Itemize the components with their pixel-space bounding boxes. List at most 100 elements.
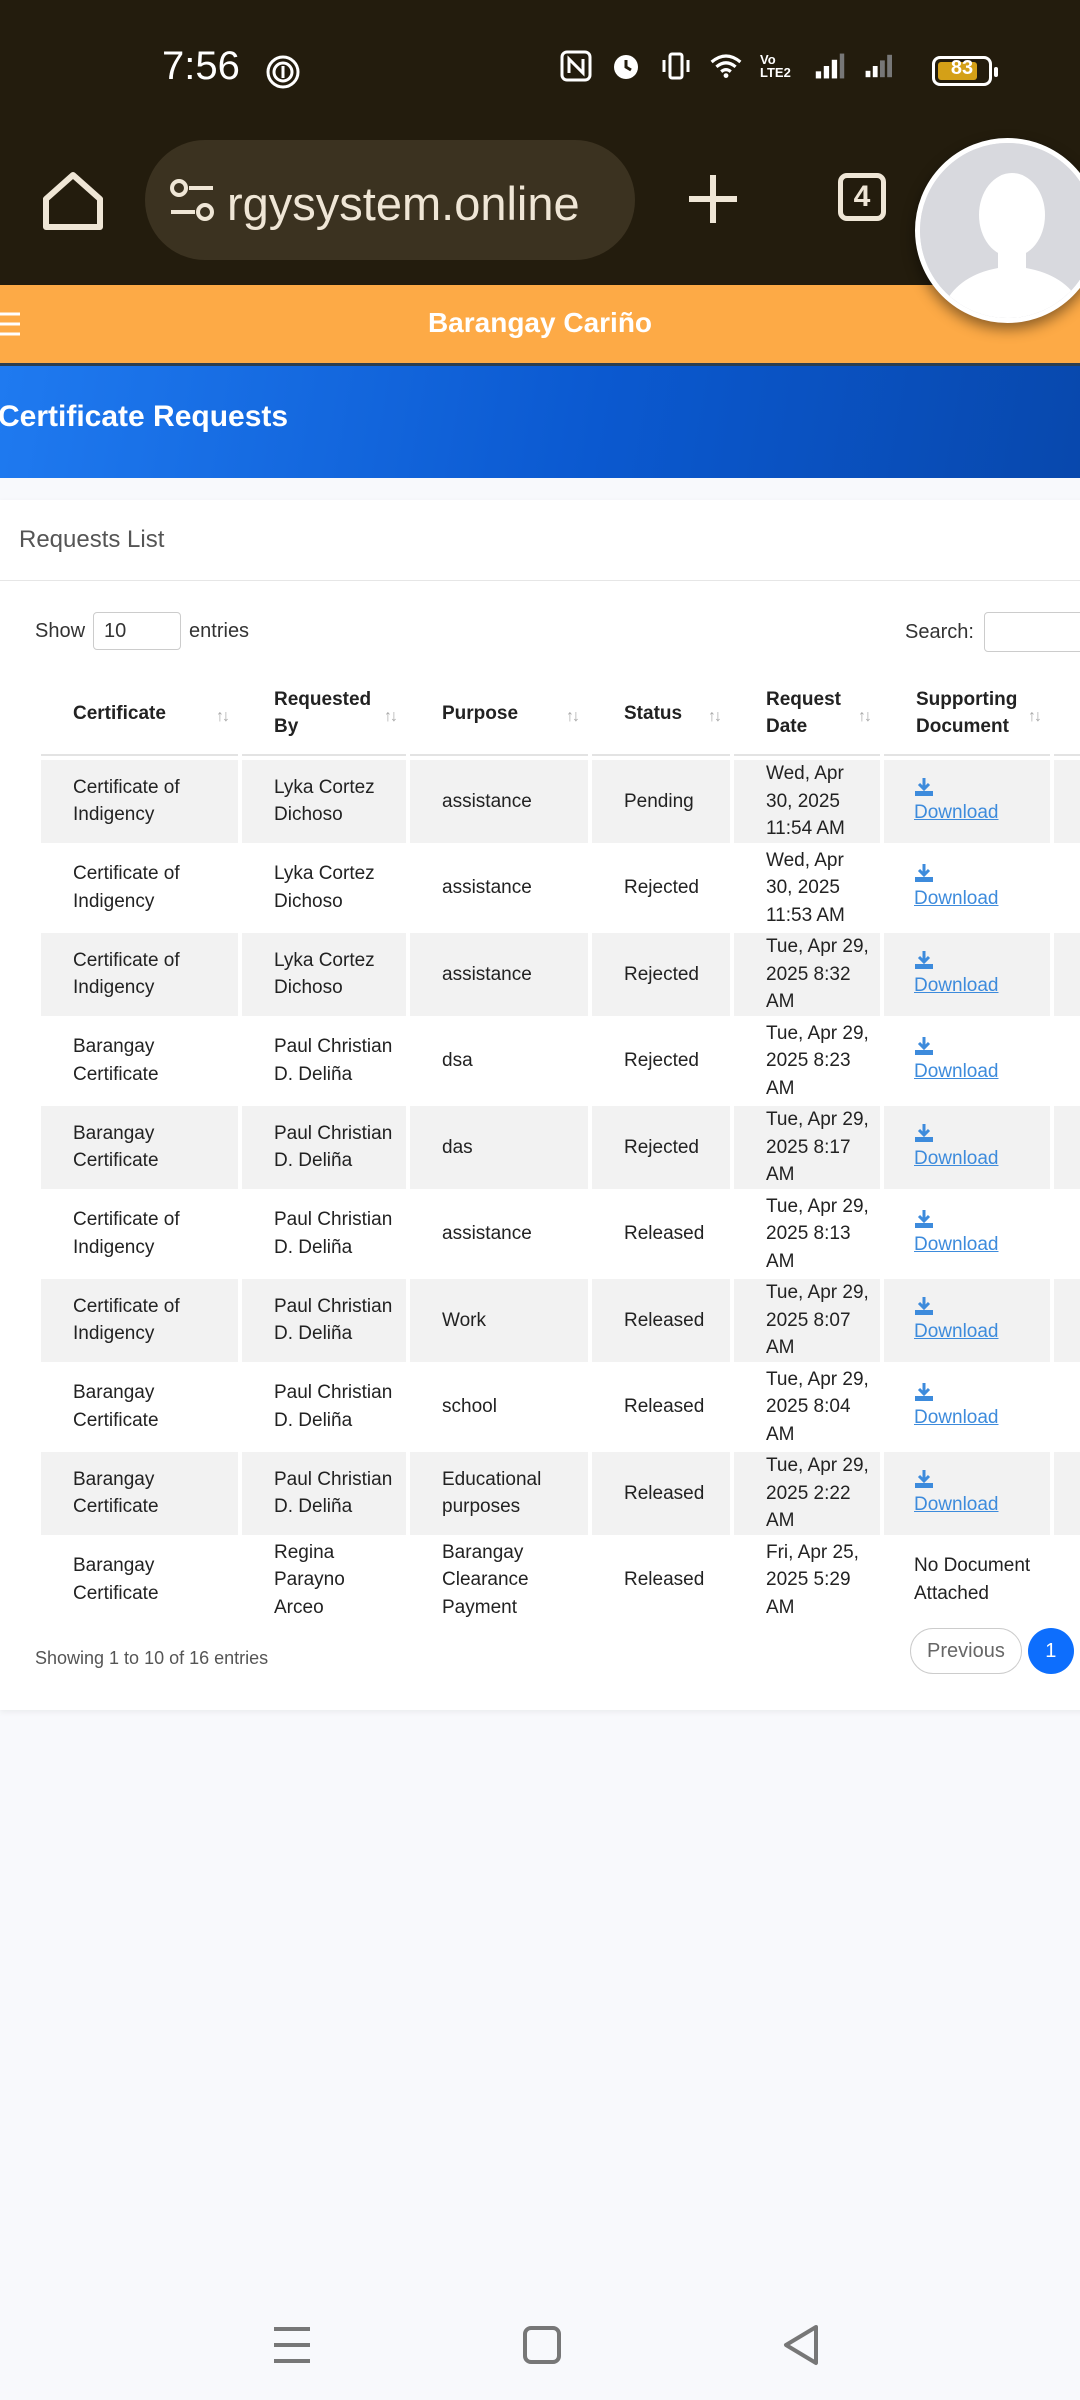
battery-icon: 83 xyxy=(932,56,998,86)
cell-request-date: Tue, Apr 29, 2025 8:32 AM xyxy=(734,933,880,1016)
sort-icon: ↑↓ xyxy=(216,708,230,725)
status-bar: 7:56 Vo LTE2 83 xyxy=(0,0,1080,135)
table-row: Certificate of Indigency Paul Christian … xyxy=(41,1193,1080,1276)
page-header: Certificate Requests xyxy=(0,366,1080,478)
status-time: 7:56 xyxy=(162,44,240,88)
cell-document: Download xyxy=(884,1452,1050,1535)
cell-request-date: Fri, Apr 25, 2025 5:29 AM xyxy=(766,1541,859,1618)
download-link[interactable]: Download xyxy=(914,975,999,996)
entries-select[interactable]: 10 xyxy=(93,612,182,650)
cell-purpose: assistance xyxy=(442,1223,532,1244)
fingerprint-icon xyxy=(266,55,300,89)
wifi-icon xyxy=(710,54,742,78)
download-link[interactable]: Download xyxy=(914,1321,999,1342)
sort-icon: ↑↓ xyxy=(858,708,872,725)
home-button-icon[interactable] xyxy=(512,2315,572,2375)
col-header-purpose[interactable]: Purpose ↑↓ xyxy=(410,672,588,756)
new-tab-icon[interactable] xyxy=(685,171,741,227)
cell-requested-by: Paul Christian D. Deliña xyxy=(242,1279,406,1362)
download-link[interactable]: Download xyxy=(914,802,999,823)
volte-icon: Vo LTE2 xyxy=(760,52,791,80)
cell-purpose: Work xyxy=(410,1279,588,1362)
cell-requested-by: Lyka Cortez Dichoso xyxy=(242,933,406,1016)
cell-request-date: Tue, Apr 29, 2025 8:23 AM xyxy=(766,1022,869,1099)
cell-actions xyxy=(1054,847,1080,930)
cell-requested-by: Lyka Cortez Dichoso xyxy=(242,760,406,843)
download-link[interactable]: Download xyxy=(914,1148,999,1169)
col-header-requested-by[interactable]: Requested By ↑↓ xyxy=(242,672,406,756)
cell-status: Released xyxy=(624,1569,705,1590)
cell-purpose: das xyxy=(410,1106,588,1189)
download-link[interactable]: Download xyxy=(914,1407,999,1428)
cell-document: Download xyxy=(884,1106,1050,1189)
cell-document: Download xyxy=(884,1279,1050,1362)
download-link[interactable]: Download xyxy=(914,888,999,909)
battery-level: 83 xyxy=(950,57,974,79)
cell-document: Download xyxy=(884,760,1050,843)
download-icon[interactable] xyxy=(914,950,934,970)
site-brand[interactable]: Barangay Cariño xyxy=(0,307,1080,339)
cell-status: Released xyxy=(624,1223,705,1244)
system-nav-bar xyxy=(0,2290,1080,2400)
table-row: Barangay Certificate Paul Christian D. D… xyxy=(41,1452,1080,1535)
col-header-actions xyxy=(1054,672,1080,756)
cell-request-date: Tue, Apr 29, 2025 8:07 AM xyxy=(734,1279,880,1362)
home-icon[interactable] xyxy=(38,165,108,235)
col-header-certificate[interactable]: Certificate ↑↓ xyxy=(41,672,238,756)
url-text[interactable]: rgysystem.online xyxy=(227,176,622,231)
cell-request-date: Tue, Apr 29, 2025 8:17 AM xyxy=(734,1106,880,1189)
table-row: Certificate of Indigency Paul Christian … xyxy=(41,1279,1080,1362)
tab-switcher-button[interactable]: 4 xyxy=(838,173,886,221)
cell-document: Download xyxy=(884,1193,1050,1276)
cell-document-none: No Document Attached xyxy=(914,1555,1031,1604)
cell-requested-by: Paul Christian D. Deliña xyxy=(274,1382,393,1431)
cell-certificate: Barangay Certificate xyxy=(73,1555,159,1604)
cell-purpose: dsa xyxy=(442,1050,473,1071)
cell-certificate: Barangay Certificate xyxy=(73,1036,159,1085)
col-header-request-date[interactable]: Request Date ↑↓ xyxy=(734,672,880,756)
download-icon[interactable] xyxy=(914,1036,934,1056)
download-icon[interactable] xyxy=(914,863,934,883)
cell-document: Download xyxy=(884,847,1050,930)
download-link[interactable]: Download xyxy=(914,1061,999,1082)
table-row: Certificate of Indigency Lyka Cortez Dic… xyxy=(41,760,1080,843)
cell-requested-by: Paul Christian D. Deliña xyxy=(242,1452,406,1535)
download-icon[interactable] xyxy=(914,1469,934,1489)
table-row: Barangay Certificate Paul Christian D. D… xyxy=(41,1106,1080,1189)
cell-requested-by: Paul Christian D. Deliña xyxy=(274,1036,393,1085)
search-input[interactable] xyxy=(983,612,1080,652)
download-link[interactable]: Download xyxy=(914,1234,999,1255)
cell-actions xyxy=(1054,1279,1080,1362)
cell-status: Rejected xyxy=(624,877,699,898)
cell-status: Released xyxy=(624,1396,705,1417)
page-title: Certificate Requests xyxy=(0,400,289,433)
download-icon[interactable] xyxy=(914,1296,934,1316)
col-header-status[interactable]: Status ↑↓ xyxy=(592,672,730,756)
sort-icon: ↑↓ xyxy=(384,708,398,725)
recent-apps-icon[interactable] xyxy=(262,2315,322,2375)
address-bar[interactable]: rgysystem.online xyxy=(145,140,635,260)
sort-icon: ↑↓ xyxy=(1028,708,1042,725)
download-link[interactable]: Download xyxy=(914,1494,999,1515)
cell-certificate: Certificate of Indigency xyxy=(41,1279,238,1362)
cell-purpose: school xyxy=(442,1396,497,1417)
cell-purpose: Barangay Clearance Payment xyxy=(442,1541,529,1618)
site-settings-icon[interactable] xyxy=(167,178,217,222)
download-icon[interactable] xyxy=(914,777,934,797)
search-label: Search: xyxy=(905,620,974,643)
entries-label: entries xyxy=(189,619,250,642)
cell-document: Download xyxy=(884,1366,1050,1449)
cell-actions xyxy=(1054,1539,1080,1622)
cell-certificate: Certificate of Indigency xyxy=(41,760,238,843)
back-icon[interactable] xyxy=(772,2315,832,2375)
show-entries: Show 10 entries xyxy=(35,612,249,650)
cell-document: Download xyxy=(884,933,1050,1016)
col-header-supporting-document[interactable]: Supporting Document ↑↓ xyxy=(884,672,1050,756)
page-1-button[interactable]: 1 xyxy=(1027,1628,1074,1674)
cell-certificate: Certificate of Indigency xyxy=(73,863,180,912)
download-icon[interactable] xyxy=(914,1209,934,1229)
download-icon[interactable] xyxy=(914,1382,934,1402)
previous-page-button[interactable]: Previous xyxy=(910,1628,1022,1674)
cell-actions xyxy=(1054,760,1080,843)
download-icon[interactable] xyxy=(914,1123,934,1143)
